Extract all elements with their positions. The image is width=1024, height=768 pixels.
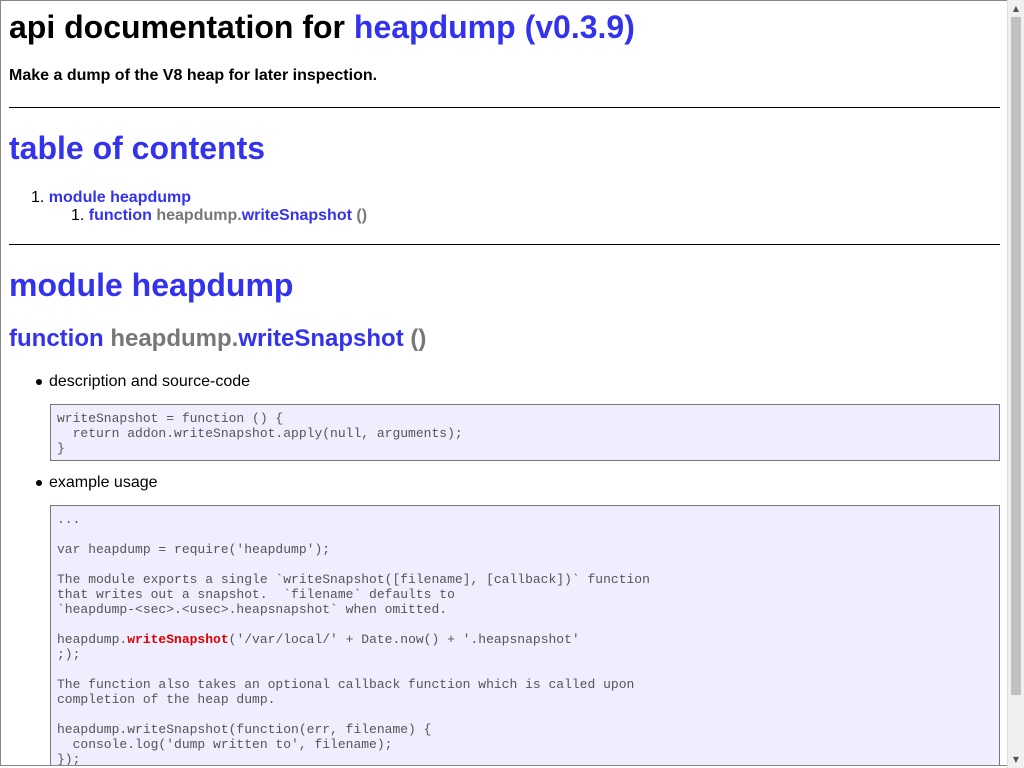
package-description: Make a dump of the V8 heap for later ins… xyxy=(9,67,378,84)
source-code-label: description and source-code xyxy=(35,373,251,390)
scrollbar-thumb[interactable] xyxy=(1011,17,1021,695)
module-heading[interactable]: module heapdump xyxy=(9,267,293,303)
example-usage-label: example usage xyxy=(36,474,158,491)
divider xyxy=(9,244,1000,245)
scroll-up-arrow-icon[interactable]: ▲ xyxy=(1008,0,1024,17)
function-keyword: function xyxy=(9,325,104,352)
toc-link-writesnapshot[interactable]: function heapdump.writeSnapshot () xyxy=(89,207,367,224)
example-code-before: ... var heapdump = require('heapdump'); … xyxy=(57,512,650,647)
function-heading[interactable]: function heapdump.writeSnapshot () xyxy=(9,325,426,353)
toc-function-owner: heapdump. xyxy=(156,207,242,224)
toc-heading[interactable]: table of contents xyxy=(9,130,265,166)
package-link[interactable]: heapdump (v0.3.9) xyxy=(354,9,635,45)
function-args: () xyxy=(410,325,427,352)
toc-function-name: writeSnapshot xyxy=(241,207,352,224)
source-code-block: writeSnapshot = function () { return add… xyxy=(50,404,1000,461)
toc-link-module-heapdump[interactable]: module heapdump xyxy=(49,189,191,206)
divider xyxy=(9,107,1000,108)
toc-subitem-number: 1. xyxy=(71,207,85,224)
page-title: api documentation for heapdump (v0.3.9) xyxy=(9,9,635,45)
page-title-prefix: api documentation for xyxy=(9,9,345,45)
toc-subitem-function: 1. function heapdump.writeSnapshot () xyxy=(71,207,367,225)
function-name: writeSnapshot xyxy=(238,325,404,352)
function-owner: heapdump. xyxy=(110,325,239,352)
example-code-after: ('/var/local/' + Date.now() + '.heapsnap… xyxy=(57,632,635,766)
example-code-highlight: writeSnapshot xyxy=(127,632,229,647)
toc-item-module: 1. module heapdump xyxy=(31,189,191,207)
toc-function-args: () xyxy=(356,207,368,224)
toc-item-number: 1. xyxy=(31,189,45,206)
toc-function-keyword: function xyxy=(88,207,152,224)
scroll-down-arrow-icon[interactable]: ▼ xyxy=(1008,751,1024,768)
page-viewport: api documentation for heapdump (v0.3.9) … xyxy=(0,0,1007,766)
example-code-block: ... var heapdump = require('heapdump'); … xyxy=(50,505,1000,766)
vertical-scrollbar[interactable]: ▲ ▼ xyxy=(1007,0,1024,768)
